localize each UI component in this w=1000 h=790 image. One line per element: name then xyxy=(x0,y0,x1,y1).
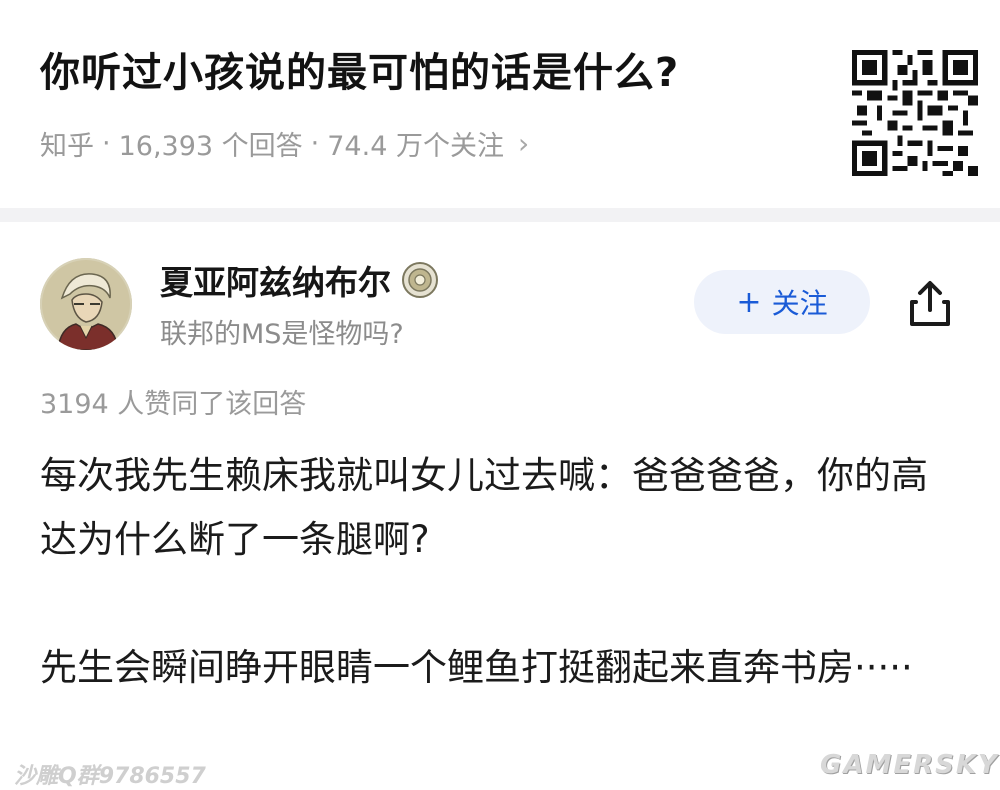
meta-separator: · xyxy=(102,128,111,159)
certified-badge-icon xyxy=(402,262,438,298)
follow-button[interactable]: + 关注 xyxy=(694,270,870,334)
plus-icon: + xyxy=(736,284,762,320)
author-name-text: 夏亚阿兹纳布尔 xyxy=(160,263,391,302)
answer-card: 夏亚阿兹纳布尔 联邦的MS是怪物吗? + 关注 3194 人赞同了该回答 每次我… xyxy=(0,222,1000,787)
avatar-illustration xyxy=(40,258,132,350)
author-name[interactable]: 夏亚阿兹纳布尔 xyxy=(160,256,439,304)
watermark-left: 沙雕Q群9786557 xyxy=(14,764,206,789)
source-label: 知乎 xyxy=(40,131,94,162)
answer-paragraph: 每次我先生赖床我就叫女儿过去喊：爸爸爸爸，你的高达为什么断了一条腿啊? xyxy=(40,454,928,561)
watermark-gamersky: GAMERSKY xyxy=(820,750,999,780)
section-divider xyxy=(0,208,1000,222)
meta-separator: · xyxy=(310,128,320,159)
answer-body: 每次我先生赖床我就叫女儿过去喊：爸爸爸爸，你的高达为什么断了一条腿啊? 先生会瞬… xyxy=(40,444,960,700)
question-card: 你听过小孩说的最可怕的话是什么? 知乎 · 16,393 个回答 · 74.4 … xyxy=(0,0,1000,208)
follower-count: 74.4 万个关注 xyxy=(327,131,504,162)
answer-count: 16,393 个回答 xyxy=(118,131,303,162)
avatar[interactable] xyxy=(40,258,132,350)
author-bio: 联邦的MS是怪物吗? xyxy=(160,319,404,350)
answer-paragraph: 先生会瞬间睁开眼睛一个鲤鱼打挺翻起来直奔书房····· xyxy=(40,646,913,689)
qr-code-icon xyxy=(852,50,978,176)
chevron-right-icon: › xyxy=(517,127,530,160)
question-meta[interactable]: 知乎 · 16,393 个回答 · 74.4 万个关注 › xyxy=(40,124,529,163)
follow-button-label: 关注 xyxy=(771,287,828,320)
share-icon[interactable] xyxy=(902,276,958,332)
vote-count: 3194 人赞同了该回答 xyxy=(40,389,307,420)
question-title[interactable]: 你听过小孩说的最可怕的话是什么? xyxy=(40,40,679,98)
